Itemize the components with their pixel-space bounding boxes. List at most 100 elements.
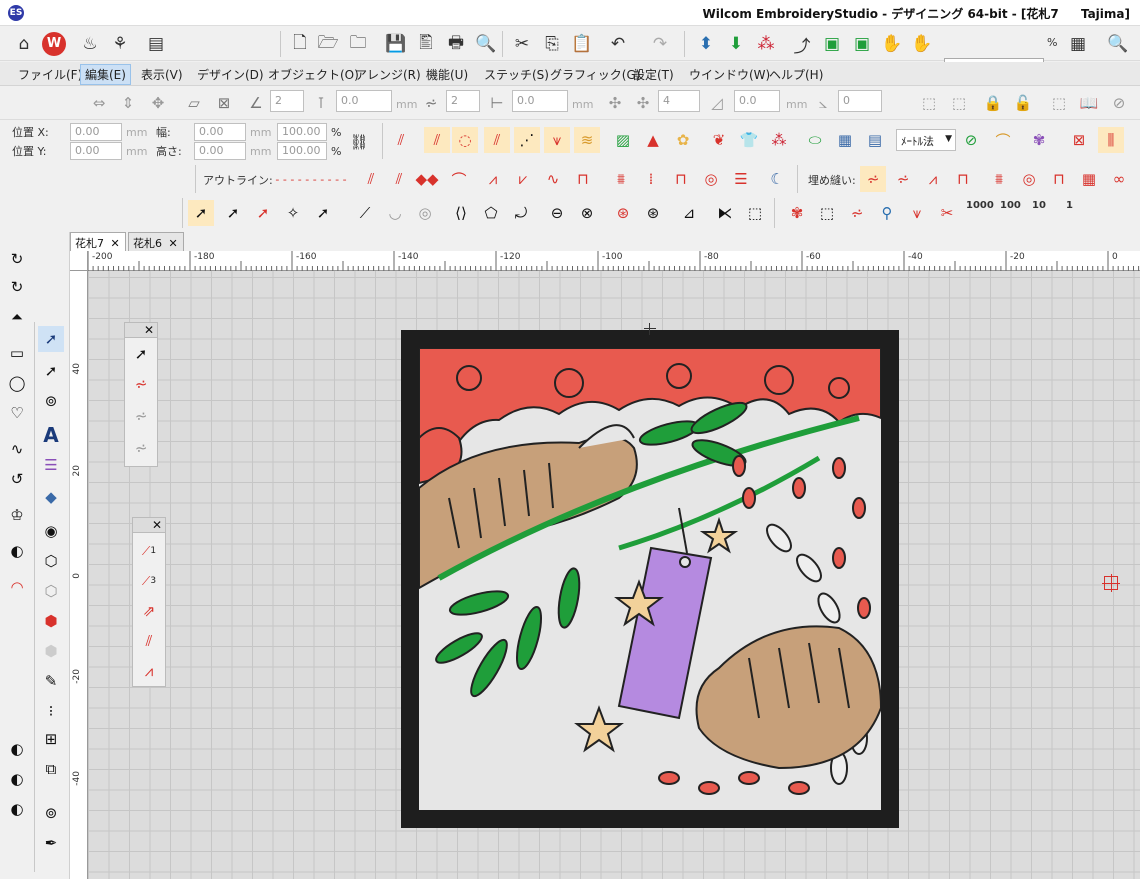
menu-object[interactable]: オブジェクト(O) bbox=[268, 66, 359, 83]
fill-chain-icon[interactable]: ∞ bbox=[1106, 166, 1132, 192]
unlock-icon[interactable]: 🔓 bbox=[1010, 90, 1036, 116]
hexagon-red-icon[interactable]: ⬢ bbox=[38, 608, 64, 634]
hoop-view-icon[interactable]: ⬭ bbox=[802, 127, 828, 153]
radial-icon[interactable]: ⊛ bbox=[640, 200, 666, 226]
align-icon[interactable]: ⊠ bbox=[211, 90, 237, 116]
step-1000-label[interactable]: 1000 bbox=[966, 200, 994, 211]
tab-doc-1[interactable]: 花札7 ✕ bbox=[70, 232, 126, 251]
hexagon-faded-icon[interactable]: ⬢ bbox=[38, 638, 64, 664]
mirror-h-icon[interactable]: ⇔ bbox=[86, 90, 112, 116]
left-select-icon[interactable]: ➚ bbox=[38, 326, 64, 352]
print-icon[interactable]: 🖶 bbox=[442, 30, 470, 58]
ring2-tool-icon[interactable]: ◐ bbox=[4, 766, 30, 792]
menu-arrange[interactable]: アレンジ(R) bbox=[355, 66, 421, 83]
dots-icon[interactable]: ⁝ bbox=[38, 698, 64, 724]
print-preview-icon[interactable]: 🔍 bbox=[472, 30, 500, 58]
export-machine-icon[interactable]: ⬇ bbox=[722, 30, 750, 58]
offset-icon[interactable]: ◿ bbox=[704, 90, 730, 116]
shirt-icon[interactable]: 👕 bbox=[736, 127, 762, 153]
spool-icon[interactable]: ⚲ bbox=[874, 200, 900, 226]
pen-icon[interactable]: ✒ bbox=[38, 830, 64, 856]
outline-wave-icon[interactable]: ∿ bbox=[540, 166, 566, 192]
mirror-v-icon[interactable]: ⇕ bbox=[115, 90, 141, 116]
digitize-curve-icon[interactable]: ↻ bbox=[4, 246, 30, 272]
branch-icon[interactable]: ◡ bbox=[382, 200, 408, 226]
outline-stem-icon[interactable]: ⫽ bbox=[386, 166, 412, 192]
run-stem-icon[interactable]: ⫽ bbox=[136, 628, 162, 654]
menu-help[interactable]: ヘルプ(H) bbox=[769, 66, 823, 83]
palette-stitch-select-icon[interactable]: ⩫ bbox=[128, 371, 154, 397]
fill-comb2-icon[interactable]: ⊓ bbox=[950, 166, 976, 192]
distance-icon[interactable]: ⊢ bbox=[484, 90, 510, 116]
polyline-select-icon[interactable]: ✧ bbox=[280, 200, 306, 226]
angle-icon[interactable]: ∠ bbox=[243, 90, 269, 116]
menu-function[interactable]: 機能(U) bbox=[426, 66, 468, 83]
pos-y-field[interactable]: 0.00 bbox=[70, 142, 122, 160]
embroidery-design-frame[interactable] bbox=[401, 330, 899, 828]
value2-field[interactable]: 0.0 bbox=[512, 90, 568, 112]
fill-wave2-icon[interactable]: ⊓ bbox=[1046, 166, 1072, 192]
wilcom-logo-icon[interactable]: W bbox=[40, 30, 68, 58]
step-10-label[interactable]: 10 bbox=[1032, 200, 1046, 211]
satin-icon[interactable]: ⫽ bbox=[388, 127, 414, 153]
select-arrow-icon[interactable]: ➚ bbox=[188, 200, 214, 226]
cut-icon[interactable]: ✂ bbox=[508, 30, 536, 58]
outline-diamond-icon[interactable]: ◆◆ bbox=[414, 166, 440, 192]
run-single-icon[interactable]: ⟋ 1 bbox=[136, 538, 162, 564]
step-1-label[interactable]: 1 bbox=[1066, 200, 1073, 211]
outline-arc-icon[interactable]: ⌒ bbox=[446, 166, 472, 192]
color-balls-icon[interactable]: ⁂ bbox=[766, 127, 792, 153]
stitch-step-icon[interactable]: ⩫ bbox=[844, 200, 870, 226]
travel2-icon[interactable]: ✋ bbox=[908, 30, 936, 58]
rotate-node-icon[interactable]: ⊗ bbox=[574, 200, 600, 226]
count1-field[interactable]: 2 bbox=[270, 90, 304, 112]
node-shape-icon[interactable]: ⟨⟩ bbox=[448, 200, 474, 226]
freehand-icon[interactable]: ∿ bbox=[4, 436, 30, 462]
tab-close-icon[interactable]: ✕ bbox=[111, 237, 120, 250]
book-icon[interactable]: 📖 bbox=[1076, 90, 1102, 116]
arc-icon[interactable]: ⌒ bbox=[990, 127, 1016, 153]
hoop-icon[interactable]: ⤴ bbox=[788, 30, 816, 58]
palette-stitch-back-icon[interactable]: ⩫ bbox=[128, 403, 154, 429]
flower-pot-icon[interactable]: ✾ bbox=[1026, 127, 1052, 153]
column-icon[interactable]: ⫼ bbox=[1098, 127, 1124, 153]
fill-comb-icon[interactable]: ⩩ bbox=[608, 166, 634, 192]
menu-stitch[interactable]: ステッチ(S) bbox=[484, 66, 549, 83]
paste-icon[interactable]: 📋 bbox=[568, 30, 596, 58]
people-icon[interactable]: ⚘ bbox=[106, 30, 134, 58]
save-icon[interactable]: 💾 bbox=[382, 30, 410, 58]
pos-x-field[interactable]: 0.00 bbox=[70, 123, 122, 141]
ring-tool-icon[interactable]: ◐ bbox=[4, 736, 30, 762]
feather-icon[interactable]: ⫽ bbox=[484, 127, 510, 153]
fill-dashes-icon[interactable]: ⁞ bbox=[638, 166, 664, 192]
fill-tatami-icon[interactable]: ⩫ bbox=[890, 166, 916, 192]
target-icon[interactable]: ◉ bbox=[38, 518, 64, 544]
team-names-icon[interactable]: ☰ bbox=[38, 452, 64, 478]
fill-stitch-icon[interactable]: ⫽ bbox=[424, 127, 450, 153]
clone-icon[interactable]: ⬚ bbox=[742, 200, 768, 226]
home-icon[interactable]: ⌂ bbox=[10, 30, 38, 58]
method-select[interactable]: ﾒｰﾄﾙ法 ▼ bbox=[896, 129, 956, 151]
menu-view[interactable]: 表示(V) bbox=[141, 66, 183, 83]
hide-icon[interactable]: ⊘ bbox=[1106, 90, 1132, 116]
travel-icon[interactable]: ✋ bbox=[878, 30, 906, 58]
rectangle-icon[interactable]: ▭ bbox=[4, 340, 30, 366]
fill-coil-icon[interactable]: ◎ bbox=[698, 166, 724, 192]
hotair-icon[interactable]: ♨ bbox=[76, 30, 104, 58]
save-image-icon[interactable]: 🖺 bbox=[412, 30, 440, 58]
skew-icon[interactable]: ▱ bbox=[181, 90, 207, 116]
lock-icon[interactable]: 🔒 bbox=[980, 90, 1006, 116]
outline-comb-icon[interactable]: ⊓ bbox=[570, 166, 596, 192]
outline-satin-icon[interactable]: ⫽ bbox=[358, 166, 384, 192]
run-zigzag-icon[interactable]: ⩘ bbox=[136, 658, 162, 684]
stitch-player-icon[interactable]: ▣ bbox=[818, 30, 846, 58]
rotate-icon[interactable]: ✥ bbox=[145, 90, 171, 116]
contour2-icon[interactable]: ⊚ bbox=[38, 800, 64, 826]
pencil-icon[interactable]: ✎ bbox=[38, 668, 64, 694]
needle-icon[interactable]: ⊘ bbox=[958, 127, 984, 153]
digitize-closed-icon[interactable]: ↻ bbox=[4, 274, 30, 300]
scissors-step-icon[interactable]: ✂ bbox=[934, 200, 960, 226]
tab-doc-2[interactable]: 花札6 ✕ bbox=[128, 232, 184, 251]
left-reshape-icon[interactable]: ➚ bbox=[38, 358, 64, 384]
center-icon[interactable]: ⊛ bbox=[610, 200, 636, 226]
